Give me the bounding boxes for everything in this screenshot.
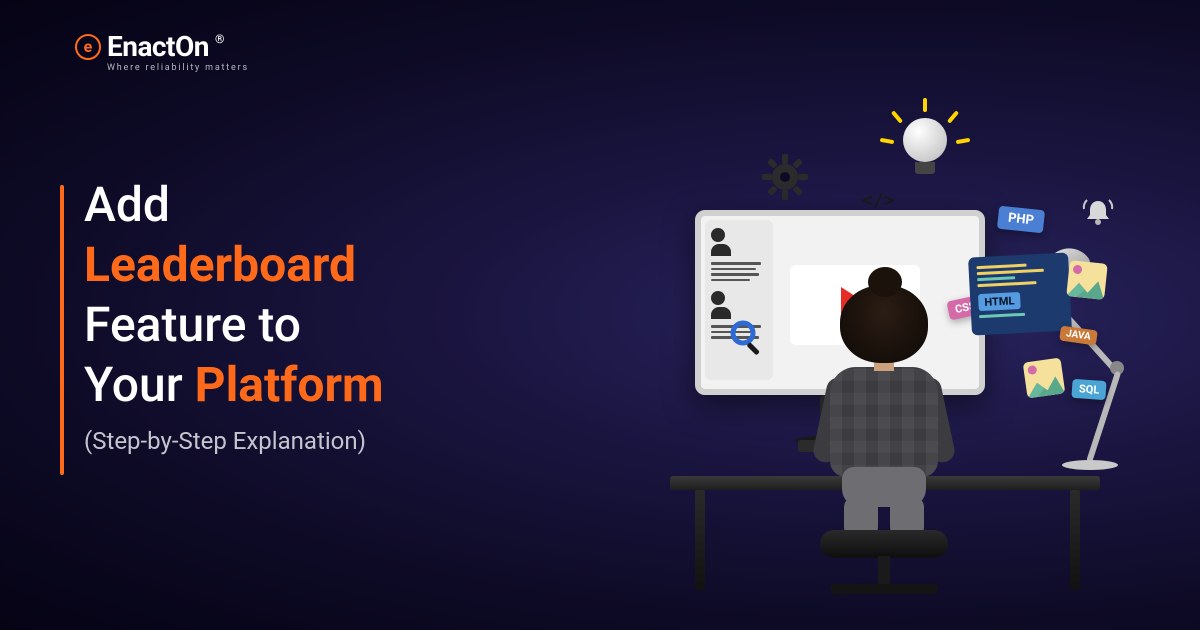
headline-line-4a: Your bbox=[84, 356, 195, 413]
brand-name: EnactOn bbox=[107, 30, 209, 63]
image-thumbnail-icon bbox=[1023, 358, 1066, 399]
headline-line-2: Leaderboard bbox=[84, 235, 384, 295]
code-icon: </> bbox=[862, 190, 895, 211]
headline-subtitle: (Step-by-Step Explanation) bbox=[84, 427, 384, 455]
lightbulb-icon bbox=[885, 100, 965, 190]
tag-php: PHP bbox=[997, 206, 1045, 234]
hero-illustration: </> bbox=[600, 80, 1160, 600]
brand-logo: e EnactOn ® Where reliability matters bbox=[75, 30, 249, 73]
bell-icon bbox=[1080, 195, 1116, 235]
accent-bar bbox=[60, 185, 64, 475]
image-thumbnail-icon bbox=[1066, 260, 1108, 300]
chair-base bbox=[830, 584, 938, 594]
headline-line-3: Feature to bbox=[84, 295, 384, 355]
headline-line-4: Your Platform bbox=[84, 355, 384, 415]
developer-character bbox=[800, 285, 970, 545]
magnifier-icon bbox=[728, 318, 768, 362]
tag-html: HTML bbox=[978, 292, 1021, 311]
desk-leg bbox=[695, 490, 705, 590]
gear-icon bbox=[760, 152, 810, 206]
logo-mark-icon: e bbox=[75, 34, 101, 60]
headline-line-1: Add bbox=[84, 175, 384, 235]
desk-leg bbox=[1070, 490, 1080, 590]
headline: Add Leaderboard Feature to Your Platform… bbox=[60, 175, 384, 475]
brand-tagline: Where reliability matters bbox=[107, 63, 249, 73]
headline-line-4b: Platform bbox=[195, 356, 384, 413]
registered-mark: ® bbox=[215, 32, 224, 46]
code-editor-card: HTML bbox=[968, 252, 1072, 335]
tag-sql: SQL bbox=[1071, 379, 1107, 400]
chair bbox=[820, 530, 948, 558]
